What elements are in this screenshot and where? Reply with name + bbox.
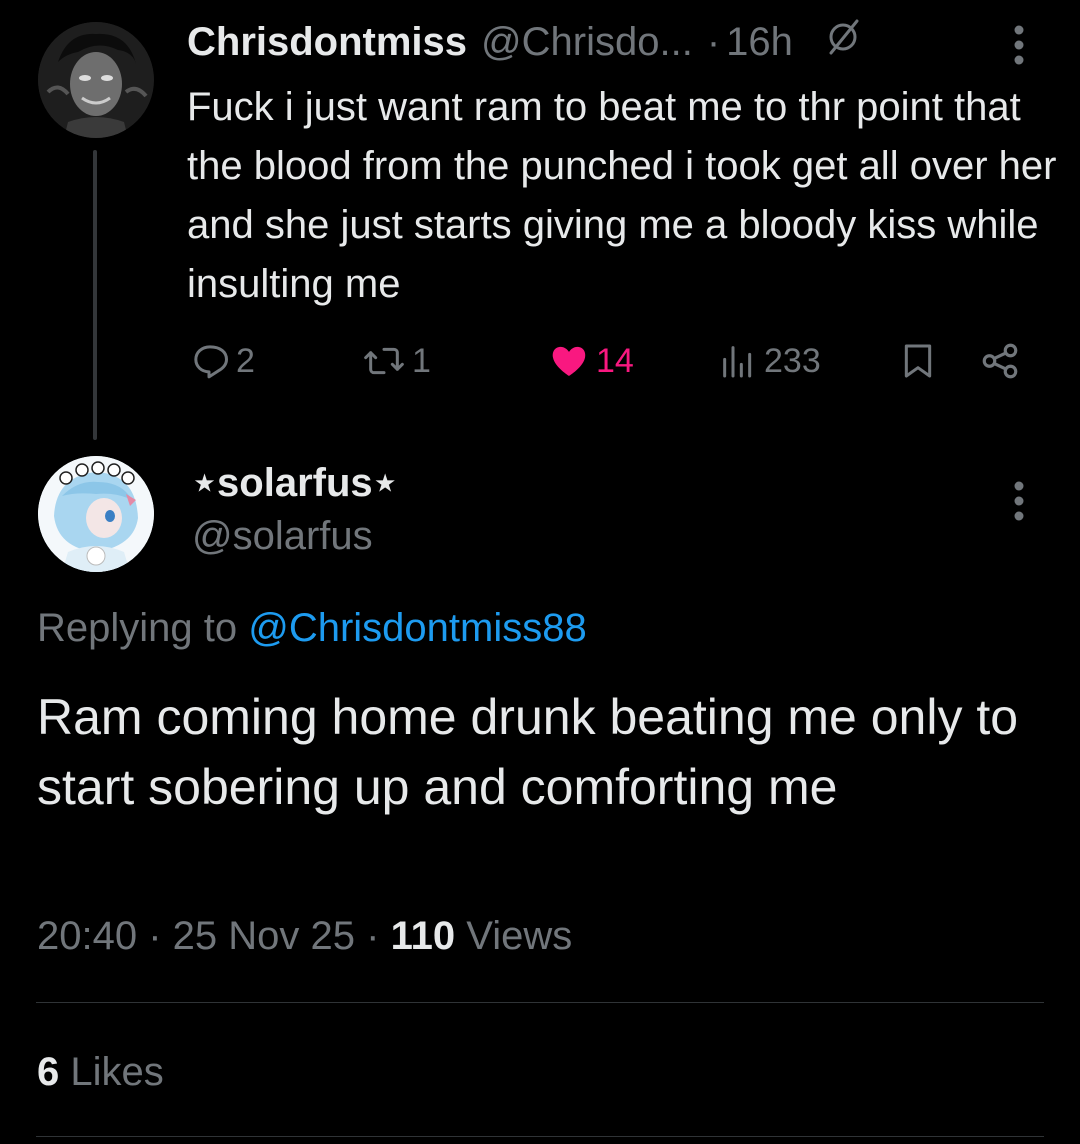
reply-display-name[interactable]: ⋆solarfus⋆ bbox=[192, 460, 398, 506]
views-label: Views bbox=[466, 914, 573, 958]
repost-count: 1 bbox=[412, 341, 431, 380]
more-vertical-icon[interactable] bbox=[1004, 478, 1034, 524]
slashed-circle-icon bbox=[823, 17, 863, 67]
reply-avatar[interactable] bbox=[38, 456, 154, 572]
divider bbox=[36, 1136, 1044, 1137]
likes-summary[interactable]: 6 Likes bbox=[37, 1050, 164, 1095]
tweet-metadata: 20:40 · 25 Nov 25 · 110 Views bbox=[37, 914, 572, 959]
thread-connector bbox=[93, 150, 97, 440]
replying-to-label: Replying to bbox=[37, 606, 249, 650]
parent-handle[interactable]: @Chrisdo... bbox=[481, 20, 693, 65]
tweet-time[interactable]: 20:40 bbox=[37, 914, 137, 958]
reply-tweet-text: Ram coming home drunk beating me only to… bbox=[37, 689, 1019, 815]
likes-label: Likes bbox=[70, 1050, 164, 1094]
repost-action[interactable]: 1 bbox=[362, 338, 431, 384]
replying-to-line: Replying to @Chrisdontmiss88 bbox=[37, 606, 587, 651]
separator-dot: · bbox=[366, 914, 391, 958]
views-number: 110 bbox=[390, 914, 456, 958]
reply-count: 2 bbox=[236, 341, 255, 380]
avatar-image bbox=[38, 456, 154, 572]
reply-handle[interactable]: @solarfus bbox=[192, 514, 373, 559]
parent-timestamp[interactable]: 16h bbox=[726, 20, 793, 65]
separator-dot: · bbox=[148, 914, 173, 958]
views-action[interactable]: 233 bbox=[718, 338, 821, 384]
heart-filled-icon bbox=[552, 346, 586, 376]
tweet-date[interactable]: 25 Nov 25 bbox=[173, 914, 355, 958]
like-action[interactable]: 14 bbox=[548, 338, 634, 384]
like-count: 14 bbox=[596, 341, 634, 380]
views-icon bbox=[723, 346, 752, 378]
reply-icon bbox=[194, 345, 228, 379]
more-vertical-icon[interactable] bbox=[1004, 22, 1034, 68]
bookmark-icon bbox=[904, 344, 932, 378]
parent-tweet-text: Fuck i just want ram to beat me to thr p… bbox=[187, 85, 1057, 306]
replying-to-handle-link[interactable]: @Chrisdontmiss88 bbox=[248, 606, 587, 650]
divider bbox=[36, 1002, 1044, 1003]
parent-header: Chrisdontmiss @Chrisdo... · 16h bbox=[187, 18, 863, 66]
repost-icon bbox=[364, 347, 404, 375]
share-action[interactable] bbox=[978, 338, 1022, 384]
share-icon bbox=[982, 343, 1018, 379]
avatar-image bbox=[38, 22, 154, 138]
parent-display-name[interactable]: Chrisdontmiss bbox=[187, 20, 467, 65]
separator-dot: · bbox=[706, 19, 721, 64]
likes-number: 6 bbox=[37, 1050, 60, 1094]
bookmark-action[interactable] bbox=[898, 338, 938, 384]
reply-action[interactable]: 2 bbox=[190, 338, 255, 384]
parent-avatar[interactable] bbox=[38, 22, 154, 138]
views-count: 233 bbox=[764, 341, 821, 380]
